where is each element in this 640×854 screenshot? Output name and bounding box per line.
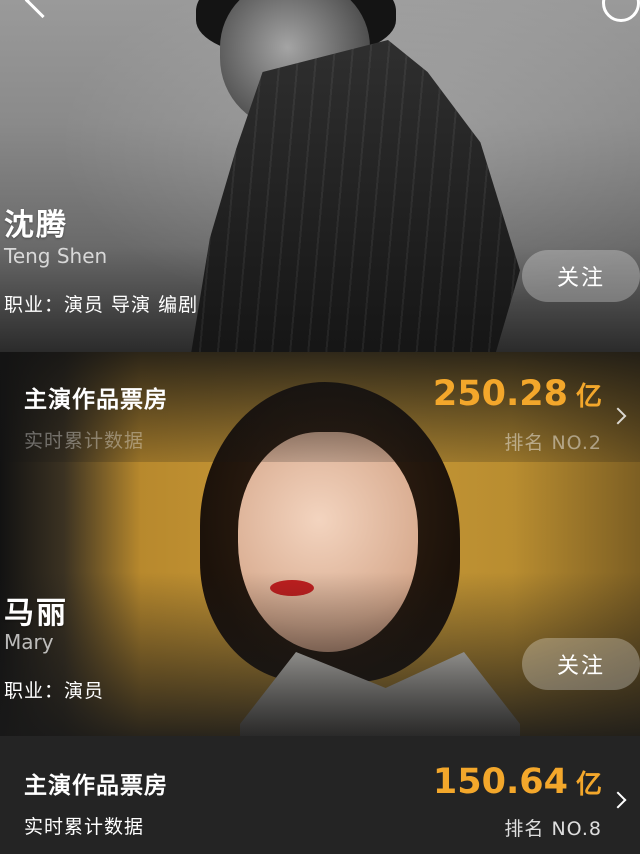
stat-subtitle: 实时累计数据 (24, 816, 145, 838)
share-icon[interactable] (602, 0, 640, 22)
profile-name-cn: 沈腾 (4, 208, 68, 243)
profile-hero-shen-teng: 沈腾 Teng Shen 职业：演员 导演 编剧 关注 (0, 0, 640, 352)
rank-label: 排名 NO.8 (504, 818, 602, 840)
follow-button[interactable]: 关注 (522, 638, 640, 690)
box-office-value: 150.64 (432, 762, 568, 802)
profile-name-cn: 马丽 (4, 596, 68, 631)
stat-title: 主演作品票房 (24, 387, 168, 413)
box-office-value: 250.28 (432, 374, 568, 414)
box-office-amount: 150.64 亿 (433, 762, 602, 802)
chevron-right-icon (609, 407, 627, 425)
box-office-row[interactable]: 主演作品票房 实时累计数据 150.64 亿 排名 NO.8 (0, 736, 640, 854)
box-office-unit: 亿 (575, 382, 602, 412)
stat-subtitle: 实时累计数据 (24, 430, 145, 452)
rank-label: 排名 NO.2 (504, 432, 602, 454)
profile-name-en: Mary (4, 630, 54, 654)
profile-hero-ma-li: 主演作品票房 实时累计数据 250.28 亿 排名 NO.2 马丽 Mary 职… (0, 352, 640, 736)
profile-job: 职业：演员 导演 编剧 (4, 294, 199, 316)
chevron-right-icon (609, 791, 627, 809)
profile-name-en: Teng Shen (4, 244, 108, 268)
follow-button[interactable]: 关注 (522, 250, 640, 302)
back-icon[interactable] (24, 0, 61, 19)
box-office-amount: 250.28 亿 (433, 374, 602, 414)
stat-title: 主演作品票房 (24, 773, 168, 799)
profile-job: 职业：演员 (4, 680, 105, 702)
box-office-row[interactable]: 主演作品票房 实时累计数据 250.28 亿 排名 NO.2 (0, 352, 640, 462)
box-office-unit: 亿 (575, 770, 602, 800)
